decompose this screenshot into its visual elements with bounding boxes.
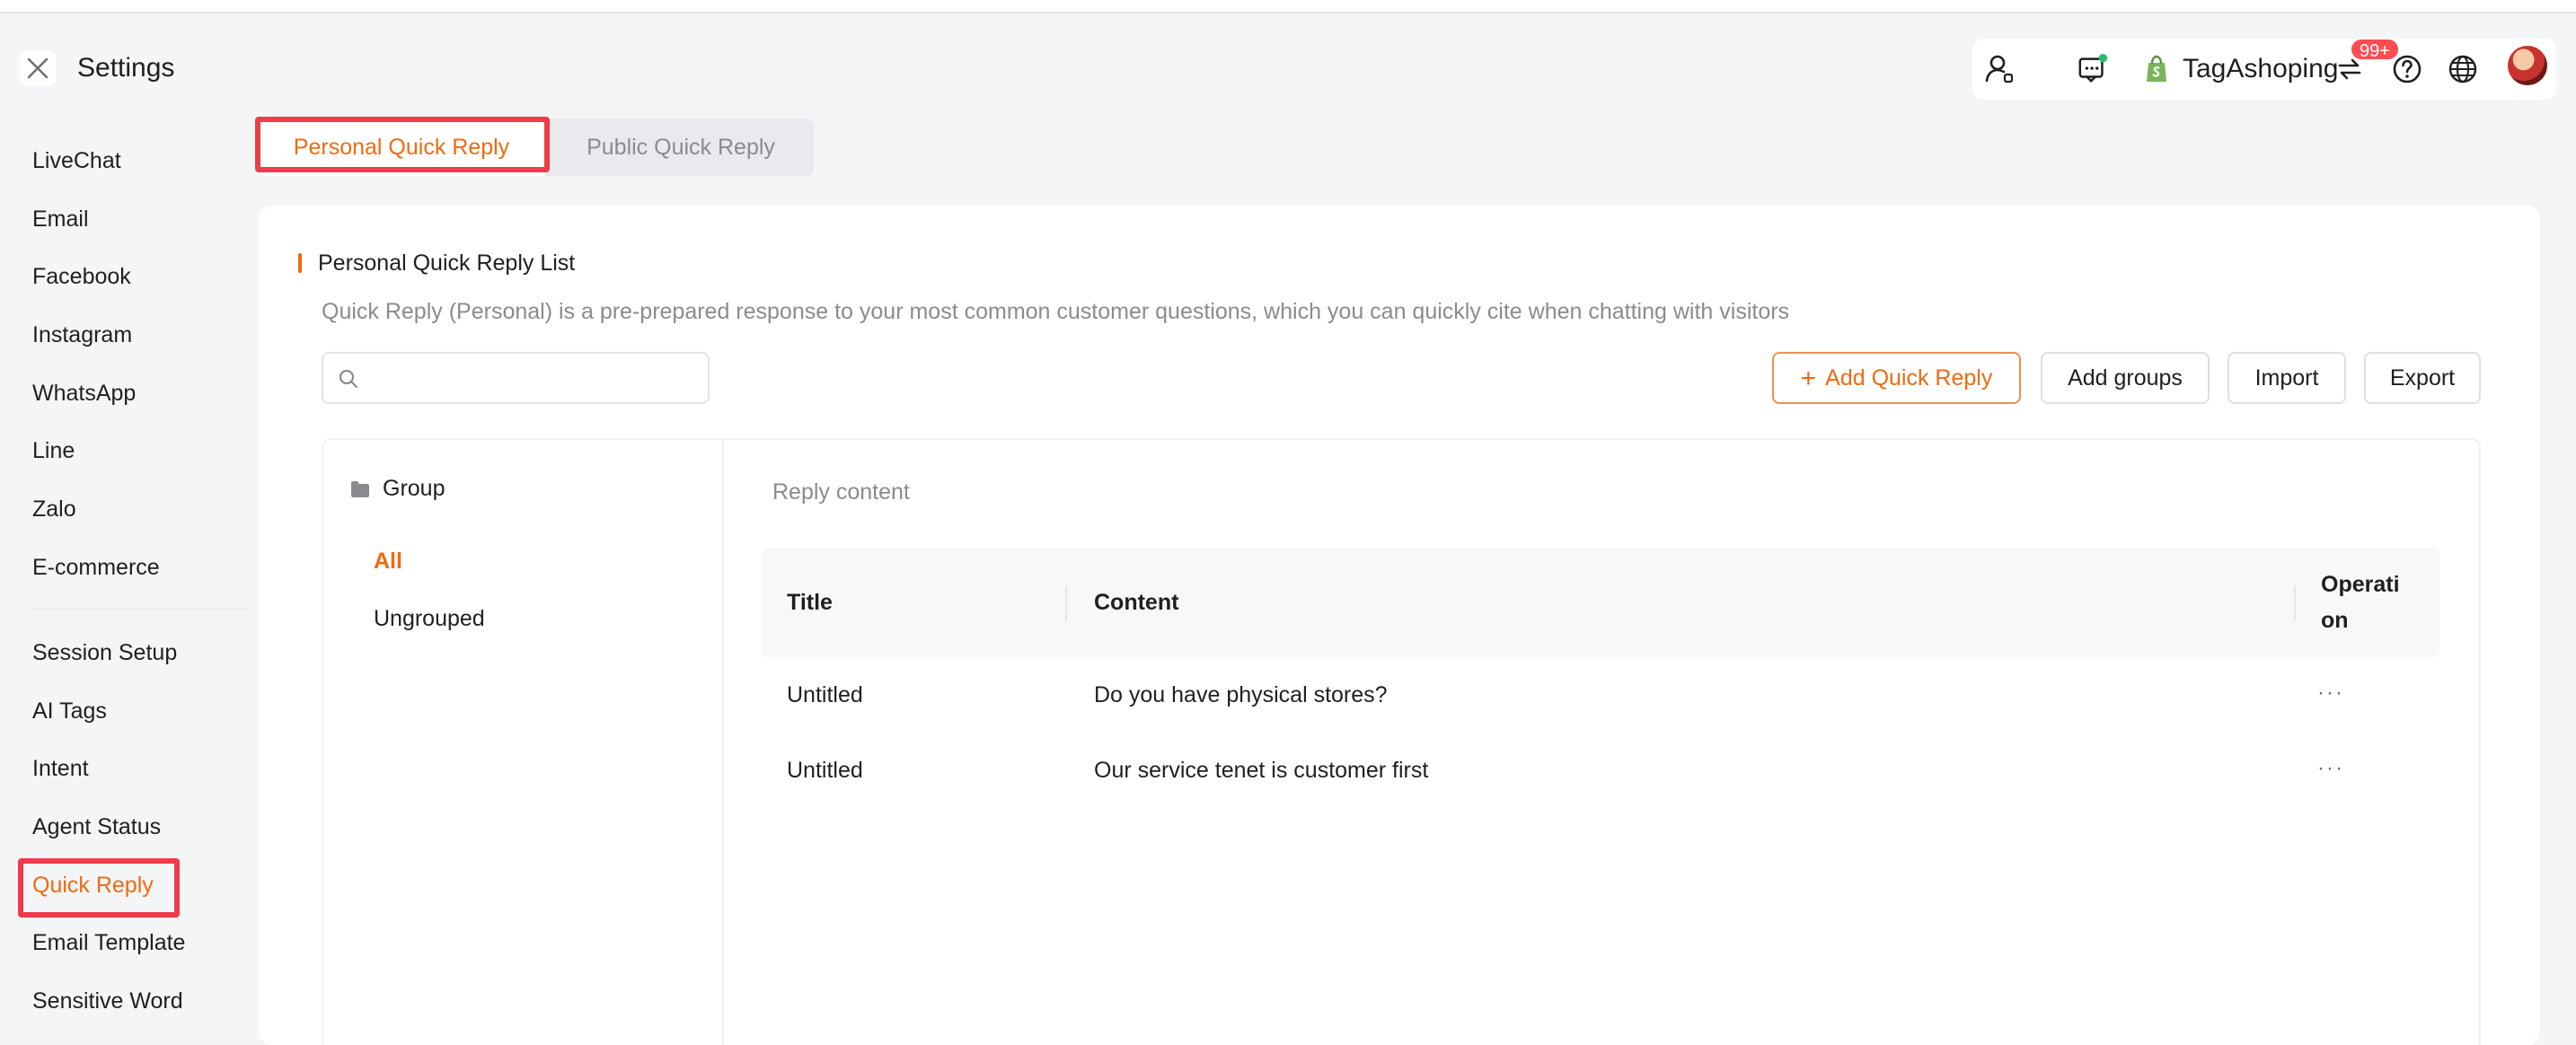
- column-separator: [1065, 585, 1067, 621]
- sidebar-divider: [32, 609, 248, 610]
- search-icon: [339, 369, 358, 389]
- avatar[interactable]: [2508, 46, 2547, 85]
- sidebar-item-quick-reply[interactable]: Quick Reply: [18, 857, 178, 913]
- search-input[interactable]: [370, 361, 699, 395]
- header-toolbar: TagAshoping: [1972, 39, 2556, 100]
- sidebar-item-whatsapp[interactable]: WhatsApp: [18, 365, 178, 421]
- store-name[interactable]: TagAshoping: [2183, 51, 2338, 87]
- sidebar-item-livechat[interactable]: LiveChat: [18, 133, 178, 189]
- column-separator: [2294, 585, 2296, 621]
- row-content: Do you have physical stores?: [1094, 681, 1388, 707]
- sidebar-item-zalo[interactable]: Zalo: [18, 481, 178, 537]
- import-button[interactable]: Import: [2228, 352, 2346, 404]
- export-button[interactable]: Export: [2364, 352, 2481, 404]
- add-quick-reply-label: Add Quick Reply: [1825, 365, 1993, 391]
- quick-reply-card: Personal Quick Reply List Quick Reply (P…: [259, 206, 2540, 1045]
- chat-icon[interactable]: [2077, 53, 2109, 85]
- settings-sidebar: LiveChat Email Facebook Instagram WhatsA…: [0, 126, 251, 1045]
- sidebar-item-facebook[interactable]: Facebook: [18, 249, 178, 304]
- group-item-ungrouped[interactable]: Ungrouped: [374, 603, 485, 634]
- add-quick-reply-button[interactable]: + Add Quick Reply: [1772, 352, 2021, 404]
- sidebar-item-agent-status[interactable]: Agent Status: [18, 799, 178, 855]
- sidebar-item-email-template[interactable]: Email Template: [18, 915, 185, 970]
- sidebar-item-sensitive-word[interactable]: Sensitive Word: [18, 973, 183, 1029]
- shopify-icon: [2143, 53, 2170, 85]
- column-header-title: Title: [787, 589, 833, 615]
- group-header: Group: [350, 476, 445, 502]
- globe-icon[interactable]: [2447, 53, 2479, 85]
- notification-badge: 99+: [2350, 38, 2400, 61]
- section-title: Personal Quick Reply List: [318, 250, 576, 276]
- group-heading: Group: [383, 476, 446, 501]
- row-content: Our service tenet is customer first: [1094, 757, 1429, 783]
- reply-content-label: Reply content: [772, 479, 910, 505]
- sidebar-item-session-setup[interactable]: Session Setup: [18, 625, 178, 681]
- close-icon: [27, 57, 49, 79]
- sidebar-item-intent[interactable]: Intent: [18, 741, 178, 796]
- row-title: Untitled: [787, 757, 863, 783]
- row-title: Untitled: [787, 681, 863, 707]
- agent-icon[interactable]: [1983, 53, 2016, 85]
- table-header: Title Content Operati on: [762, 548, 2439, 657]
- column-header-operation: Operati on: [2321, 572, 2400, 633]
- folder-icon: [351, 480, 369, 497]
- close-button[interactable]: [20, 50, 56, 86]
- group-column: Group All Ungrouped: [323, 440, 724, 1045]
- tab-public-quick-reply[interactable]: Public Quick Reply: [548, 119, 814, 176]
- page-title: Settings: [77, 53, 175, 83]
- more-icon[interactable]: ···: [2317, 733, 2344, 804]
- section-accent-bar: [298, 253, 302, 273]
- column-header-content: Content: [1094, 589, 1179, 615]
- more-icon[interactable]: ···: [2317, 657, 2344, 729]
- search-box[interactable]: [322, 352, 710, 404]
- table-row: Untitled Do you have physical stores? ··…: [762, 657, 2439, 733]
- sidebar-item-ai-tags[interactable]: AI Tags: [18, 683, 178, 739]
- tab-personal-quick-reply[interactable]: Personal Quick Reply: [255, 119, 548, 176]
- sidebar-item-line[interactable]: Line: [18, 423, 178, 479]
- group-item-all[interactable]: All: [374, 546, 402, 576]
- top-border: [0, 0, 2576, 13]
- quick-reply-table: Title Content Operati on Untitled Do you…: [762, 548, 2439, 808]
- sidebar-item-ecommerce[interactable]: E-commerce: [18, 540, 178, 595]
- tab-bar: Personal Quick Reply Public Quick Reply: [255, 119, 814, 176]
- add-groups-button[interactable]: Add groups: [2041, 352, 2210, 404]
- quick-reply-panel: Group All Ungrouped Reply content Title …: [322, 438, 2481, 1045]
- section-description: Quick Reply (Personal) is a pre-prepared…: [322, 299, 1790, 324]
- sidebar-item-instagram[interactable]: Instagram: [18, 307, 178, 363]
- sidebar-item-email[interactable]: Email: [18, 191, 178, 247]
- table-row: Untitled Our service tenet is customer f…: [762, 733, 2439, 808]
- plus-icon: +: [1800, 364, 1817, 393]
